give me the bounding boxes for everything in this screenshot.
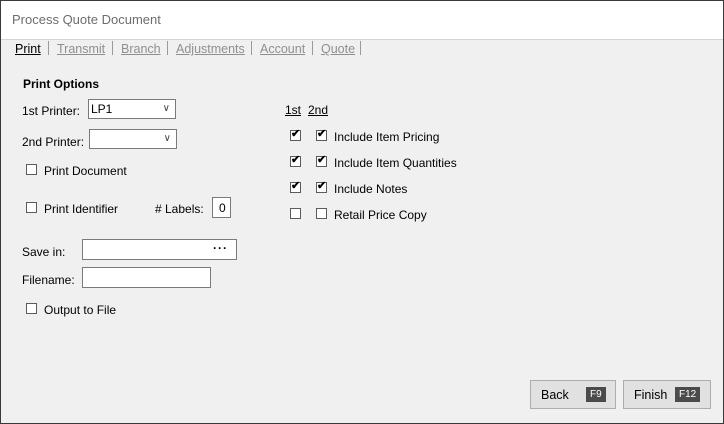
include-item-pricing-label: Include Item Pricing bbox=[334, 130, 440, 144]
output-to-file-label: Output to File bbox=[44, 303, 117, 317]
check-icon: ✔ bbox=[317, 128, 327, 140]
tab-separator bbox=[167, 41, 168, 55]
include-item-quantities-second-checkbox[interactable]: ✔ bbox=[316, 154, 327, 167]
print-options-heading: Print Options bbox=[23, 77, 99, 91]
tab-print[interactable]: Print bbox=[15, 42, 41, 56]
tab-quote[interactable]: Quote bbox=[321, 42, 355, 56]
print-document-checkbox[interactable] bbox=[26, 164, 37, 175]
check-icon: ✔ bbox=[291, 154, 301, 166]
first-printer-label: 1st Printer: bbox=[22, 104, 81, 118]
chevron-down-icon: ∨ bbox=[163, 133, 171, 144]
print-identifier-label: Print Identifier bbox=[44, 202, 119, 216]
retail-price-copy-label: Retail Price Copy bbox=[334, 208, 427, 222]
back-shortcut-badge: F9 bbox=[586, 387, 606, 402]
title-bar: Process Quote Document bbox=[1, 1, 723, 40]
back-button-label: Back bbox=[541, 388, 569, 402]
labels-count-label: # Labels: bbox=[155, 202, 204, 216]
save-in-field[interactable]: ··· bbox=[82, 239, 237, 260]
back-button[interactable]: Back F9 bbox=[530, 380, 616, 409]
tab-separator bbox=[48, 41, 49, 55]
chevron-down-icon: ∨ bbox=[162, 103, 170, 114]
tab-separator bbox=[112, 41, 113, 55]
finish-button[interactable]: Finish F12 bbox=[623, 380, 711, 409]
filename-input[interactable] bbox=[82, 267, 211, 288]
labels-count-value: 0 bbox=[219, 201, 226, 215]
second-printer-select[interactable]: ∨ bbox=[89, 129, 177, 149]
include-notes-second-checkbox[interactable]: ✔ bbox=[316, 180, 327, 193]
check-icon: ✔ bbox=[291, 128, 301, 140]
finish-shortcut-badge: F12 bbox=[675, 387, 701, 402]
check-icon: ✔ bbox=[317, 154, 327, 166]
include-notes-first-checkbox[interactable]: ✔ bbox=[290, 180, 301, 193]
include-item-quantities-first-checkbox[interactable]: ✔ bbox=[290, 154, 301, 167]
tab-separator bbox=[312, 41, 313, 55]
retail-price-copy-first-checkbox[interactable] bbox=[290, 208, 301, 219]
include-item-quantities-label: Include Item Quantities bbox=[334, 156, 457, 170]
finish-button-label: Finish bbox=[634, 388, 668, 402]
print-document-label: Print Document bbox=[44, 164, 127, 178]
window-title: Process Quote Document bbox=[12, 12, 161, 27]
process-quote-window: Process Quote Document Print Transmit Br… bbox=[0, 0, 724, 424]
include-notes-label: Include Notes bbox=[334, 182, 408, 196]
tab-transmit[interactable]: Transmit bbox=[57, 42, 105, 56]
check-icon: ✔ bbox=[317, 180, 327, 192]
second-column-heading: 2nd bbox=[308, 103, 329, 117]
tab-strip: Print Transmit Branch Adjustments Accoun… bbox=[1, 40, 723, 58]
save-in-label: Save in: bbox=[22, 245, 66, 259]
tab-separator bbox=[251, 41, 252, 55]
tab-account[interactable]: Account bbox=[260, 42, 305, 56]
retail-price-copy-second-checkbox[interactable] bbox=[316, 208, 327, 219]
second-printer-label: 2nd Printer: bbox=[22, 135, 85, 149]
print-identifier-checkbox[interactable] bbox=[26, 202, 37, 213]
first-printer-value: LP1 bbox=[91, 102, 113, 116]
filename-label: Filename: bbox=[22, 273, 75, 287]
tab-separator bbox=[360, 41, 361, 55]
check-icon: ✔ bbox=[291, 180, 301, 192]
include-item-pricing-first-checkbox[interactable]: ✔ bbox=[290, 128, 301, 141]
include-item-pricing-second-checkbox[interactable]: ✔ bbox=[316, 128, 327, 141]
first-printer-select[interactable]: LP1 ∨ bbox=[88, 99, 176, 119]
labels-count-input[interactable]: 0 bbox=[212, 197, 231, 218]
tab-adjustments[interactable]: Adjustments bbox=[176, 42, 245, 56]
browse-ellipsis-button[interactable]: ··· bbox=[213, 241, 228, 255]
first-column-heading: 1st bbox=[285, 103, 302, 117]
output-to-file-checkbox[interactable] bbox=[26, 303, 37, 314]
tab-branch[interactable]: Branch bbox=[121, 42, 161, 56]
